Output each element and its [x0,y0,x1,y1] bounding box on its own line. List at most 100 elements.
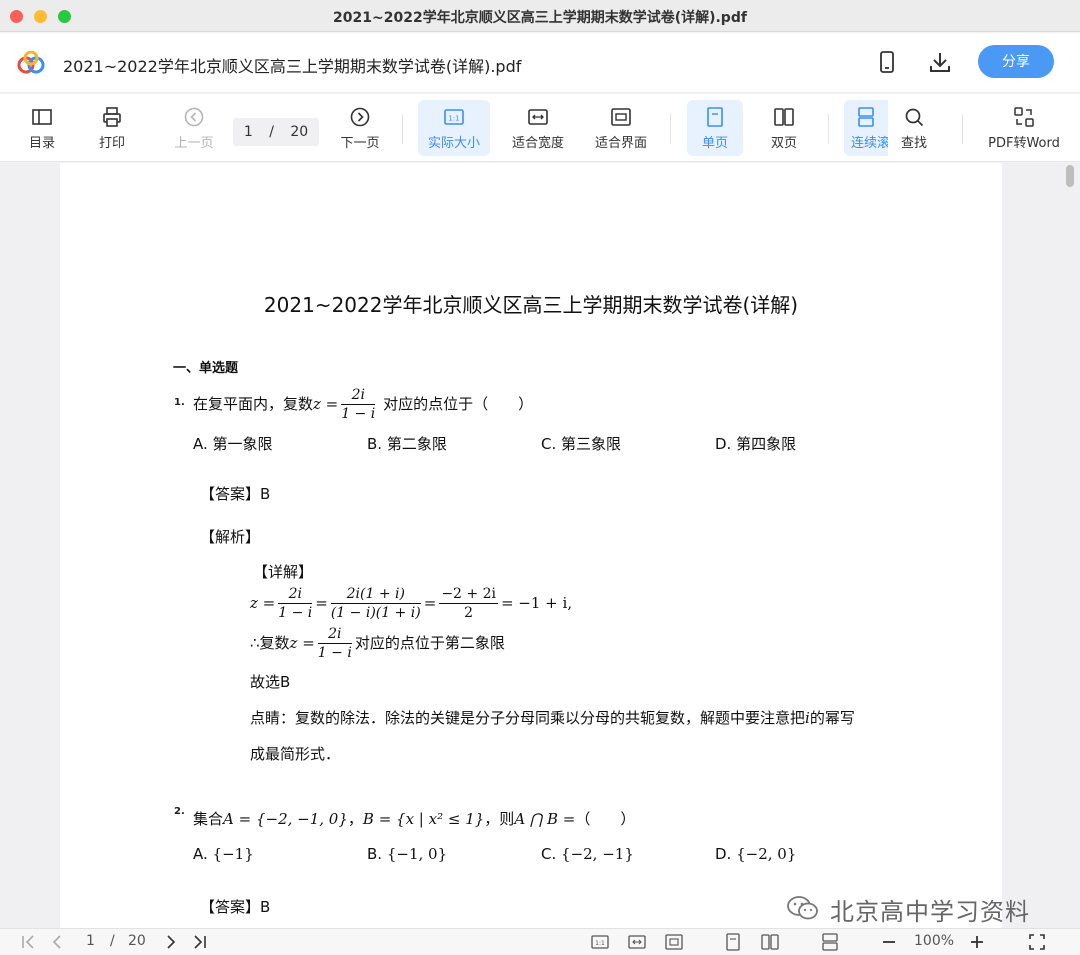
q1-stem-fraction: 2i 1 − i [341,386,376,423]
zoom-out-button[interactable] [880,933,898,951]
next-page-small-button[interactable] [162,933,180,951]
fraction-denominator: 1 − i [278,605,313,621]
q1-equation: z = 2i 1 − i = 2i(1 + i) (1 − i)(1 + i) = −2 + … [250,585,572,622]
last-page-button[interactable] [190,933,208,951]
scrollbar-thumb[interactable] [1066,165,1074,187]
status-page-total: 20 [128,933,146,949]
toolbar: 目录 打印 上一页 1 / 20 下一页 1:1 实际大小 适合宽度 适合界面 … [0,94,1080,162]
status-single-page-button[interactable] [724,933,742,951]
continuous-scroll-button[interactable]: 连续滚 [844,100,888,156]
q2-answer: 【答案】B [200,898,271,916]
conclusion-fraction: 2i 1 − i [317,625,352,662]
status-continuous-button[interactable] [821,933,839,951]
print-label: 打印 [98,136,125,151]
actual-size-button[interactable]: 1:1 实际大小 [418,100,490,156]
search-icon [905,108,924,127]
fraction-denominator: (1 − i)(1 + i) [330,605,421,621]
eq-lhs: z = [250,594,276,612]
q1-answer: 【答案】B [200,485,271,503]
page-separator: / [269,124,274,140]
zoom-in-button[interactable] [968,933,986,951]
app-header: 2021~2022学年北京顺义区高三上学期期末数学试卷(详解).pdf 分享 [0,33,1080,93]
status-fit-page-button[interactable] [665,933,683,951]
option-b: B. 第二象限 [367,435,447,453]
single-page-icon [726,933,740,951]
status-page-current[interactable]: 1 [86,933,95,951]
page-total: 20 [290,124,309,140]
eq-result: = −1 + i, [500,594,573,612]
toolbar-divider [402,114,403,144]
option-label: B. [367,845,383,863]
continuous-scroll-label: 连续滚 [851,136,888,151]
eq-fraction-1: 2i 1 − i [278,585,313,622]
double-page-button[interactable]: 双页 [756,100,812,156]
toc-icon [32,109,52,125]
question-number: 1. [174,397,185,408]
eq-equals: = [315,594,328,612]
fit-width-icon [528,109,548,125]
watermark-text: 北京高中学习资料 [830,898,1030,926]
app-window: 2021~2022学年北京顺义区高三上学期期末数学试卷(详解).pdf 2021… [0,0,1080,955]
prev-page-button[interactable]: 上一页 [166,100,222,156]
next-page-button[interactable]: 下一页 [332,100,388,156]
option-d: D. 第四象限 [715,435,797,453]
status-fit-width-button[interactable] [628,933,646,951]
continuous-scroll-icon [858,107,874,127]
document-title: 2021~2022学年北京顺义区高三上学期期末数学试卷(详解).pdf [63,57,522,76]
print-icon [103,107,121,127]
logo-icon [17,51,45,74]
find-button[interactable]: 查找 [888,100,940,156]
chevron-right-circle-icon [350,107,370,127]
svg-text:1:1: 1:1 [448,115,459,123]
chevron-right-icon [167,935,176,949]
prev-page-small-button[interactable] [48,933,66,951]
fullscreen-button[interactable] [1028,933,1046,951]
option-value: {−2, −1} [561,845,634,863]
conclusion-z: z = [289,634,315,652]
eq-fraction-3: −2 + 2i 2 [439,585,498,622]
q2-paren: （ ） [575,810,636,828]
single-page-label: 单页 [701,136,728,151]
pdf-to-word-label: PDF转Word [988,136,1060,151]
eq-fraction-2: 2i(1 + i) (1 − i)(1 + i) [330,585,421,622]
vertical-scrollbar[interactable] [1064,163,1076,928]
share-button[interactable]: 分享 [978,45,1054,78]
q1-stem-tail: 对应的点位于（ ） [383,395,534,413]
toolbar-divider [962,114,963,144]
fraction-numerator: 2i [278,585,313,604]
plus-icon [971,936,983,948]
eq-equals: = [423,594,437,612]
fraction-numerator: 2i [317,625,352,644]
document-viewport[interactable]: 2021~2022学年北京顺义区高三上学期期末数学试卷(详解) 一、单选题 1.… [0,163,1080,928]
zoom-level[interactable]: 100% [914,933,954,951]
first-page-button[interactable] [20,933,38,951]
fit-width-button[interactable]: 适合宽度 [502,100,574,156]
toc-button[interactable]: 目录 [16,100,68,156]
first-page-icon [22,935,34,949]
print-button[interactable]: 打印 [86,100,138,156]
q2-set-a: A = {−2, −1, 0} [223,810,348,828]
convert-icon [1014,107,1034,127]
pdf-to-word-button[interactable]: PDF转Word [982,100,1066,156]
download-icon[interactable] [927,49,953,75]
fit-page-button[interactable]: 适合界面 [585,100,657,156]
fullscreen-icon [1029,934,1045,950]
phone-icon[interactable] [874,49,900,75]
question-number: 2. [174,806,185,817]
status-double-page-button[interactable] [761,933,779,951]
single-page-button[interactable]: 单页 [687,100,743,156]
find-label: 查找 [900,136,927,151]
q2-option-a: A. {−1} [193,845,254,863]
q1-choice: 故选B [250,673,291,691]
q2-option-b: B. {−1, 0} [367,845,447,863]
single-page-icon [707,107,723,127]
option-c: C. 第三象限 [541,435,622,453]
status-actual-size-button[interactable]: 1:1 [591,933,609,951]
page-number-input[interactable]: 1 / 20 [233,118,319,146]
double-page-icon [774,108,794,126]
wechat-icon [787,896,818,920]
status-bar: 1 / 20 1:1 100% [0,928,1080,955]
next-page-label: 下一页 [340,136,380,151]
actual-size-icon: 1:1 [444,109,464,125]
option-a: A. 第一象限 [193,435,273,453]
